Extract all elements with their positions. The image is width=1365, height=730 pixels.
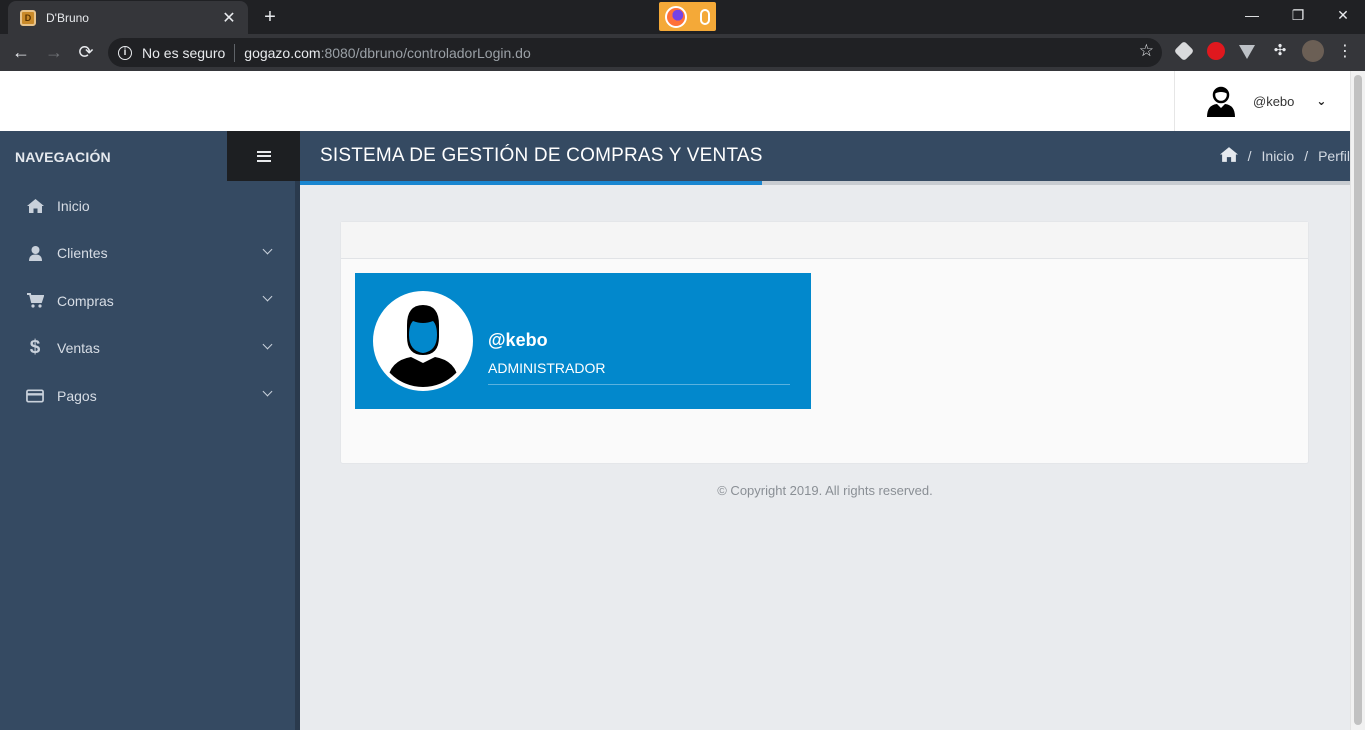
app-header: @kebo ⌄	[0, 71, 1350, 131]
sidebar-item-pagos[interactable]: Pagos	[0, 372, 295, 420]
cart-icon	[26, 293, 44, 308]
chevron-down-icon[interactable]: ⌄	[1316, 94, 1326, 108]
adblock-icon[interactable]	[1207, 42, 1225, 60]
chevron-down-icon	[262, 291, 273, 302]
address-bar[interactable]: i No es seguro gogazo.com :8080/dbruno/c…	[108, 38, 1162, 67]
card-header	[341, 222, 1308, 259]
page-title: SISTEMA DE GESTIÓN DE COMPRAS Y VENTAS	[320, 145, 763, 166]
profile-role: ADMINISTRADOR	[488, 360, 606, 376]
tab-close-icon[interactable]: ✕	[220, 8, 238, 28]
chevron-down-icon	[262, 386, 273, 397]
url-path[interactable]: :8080/dbruno/controladorLogin.do	[321, 45, 531, 61]
page-scrollbar[interactable]	[1350, 71, 1365, 730]
chevron-down-icon	[262, 339, 273, 349]
microphone-icon	[699, 8, 710, 25]
new-tab-button[interactable]: +	[258, 5, 282, 29]
credit-card-icon	[26, 389, 44, 403]
more-menu-icon[interactable]: ⋮	[1333, 40, 1357, 64]
home-icon[interactable]	[1219, 147, 1238, 165]
profile-card: @kebo ADMINISTRADOR	[340, 221, 1309, 464]
forward-arrow-icon[interactable]: →	[42, 40, 66, 64]
back-arrow-icon[interactable]: ←	[9, 40, 33, 64]
tab-title: D'Bruno	[46, 10, 89, 25]
hamburger-icon	[256, 150, 271, 162]
restore-button[interactable]: ❐	[1283, 4, 1313, 26]
page-header: SISTEMA DE GESTIÓN DE COMPRAS Y VENTAS /…	[300, 131, 1350, 181]
url-host[interactable]: gogazo.com	[244, 45, 320, 61]
sidebar-item-inicio[interactable]: Inicio	[0, 182, 295, 230]
bookmark-star-icon[interactable]: ☆	[1139, 41, 1154, 61]
loading-progress-bar	[300, 181, 1350, 185]
profile-avatar-icon[interactable]	[1302, 40, 1324, 62]
close-window-button[interactable]: ✕	[1328, 4, 1358, 26]
minimize-button[interactable]: —	[1237, 4, 1267, 26]
breadcrumb-perfil: Perfil	[1318, 148, 1350, 164]
user-icon	[26, 245, 44, 261]
sidebar-toggle-button[interactable]	[227, 131, 300, 181]
sidebar-item-clientes[interactable]: Clientes	[0, 230, 295, 278]
profile-widget: @kebo ADMINISTRADOR	[355, 273, 811, 409]
user-avatar-icon	[1207, 86, 1235, 117]
breadcrumb-inicio[interactable]: Inicio	[1262, 148, 1295, 164]
dollar-icon: $	[29, 337, 41, 359]
sidebar-title: NAVEGACIÓN	[15, 149, 111, 165]
reload-icon[interactable]: ⟳	[74, 40, 98, 64]
header-username[interactable]: @kebo	[1253, 94, 1294, 109]
chevron-down-icon	[262, 244, 273, 254]
breadcrumb-separator: /	[1304, 148, 1309, 164]
breadcrumb-separator: /	[1247, 148, 1252, 164]
sidebar-item-ventas[interactable]: $ Ventas	[0, 325, 295, 373]
sidebar-item-compras[interactable]: Compras	[0, 277, 295, 325]
extension-badge[interactable]	[659, 2, 716, 31]
sidebar-item-label: Pagos	[57, 387, 97, 404]
profile-avatar	[373, 291, 473, 391]
vpn-extension-icon[interactable]	[1239, 45, 1255, 59]
site-favicon-icon: D	[20, 9, 36, 26]
breadcrumb: / Inicio / Perfil	[1219, 147, 1350, 165]
scrollbar-thumb[interactable]	[1354, 75, 1362, 725]
sidebar: NAVEGACIÓN Inicio Clientes Compras $ Ven…	[0, 131, 300, 730]
browser-toolbar: ← → ⟳ i No es seguro gogazo.com :8080/db…	[0, 34, 1365, 71]
home-icon	[26, 198, 44, 213]
sidebar-item-label: Inicio	[57, 197, 90, 214]
puzzle-extensions-icon[interactable]: ✣	[1271, 42, 1289, 60]
omnibox-divider	[234, 43, 236, 62]
info-icon[interactable]: i	[118, 45, 132, 60]
user-silhouette-icon	[387, 305, 459, 387]
divider	[488, 384, 790, 385]
browser-titlebar: D D'Bruno ✕ + — ❐ ✕	[0, 0, 1365, 34]
sidebar-item-label: Clientes	[57, 245, 108, 262]
firefox-icon	[665, 5, 688, 28]
sidebar-item-label: Ventas	[57, 340, 100, 357]
progress-fill	[300, 181, 762, 185]
sidebar-item-label: Compras	[57, 292, 114, 309]
sidebar-menu: Inicio Clientes Compras $ Ventas Pagos	[0, 182, 295, 420]
browser-tab[interactable]: D D'Bruno ✕	[8, 1, 248, 34]
profile-name: @kebo	[488, 330, 548, 350]
user-menu[interactable]: @kebo ⌄	[1174, 71, 1350, 131]
footer-copyright: © Copyright 2019. All rights reserved.	[717, 483, 933, 498]
security-status[interactable]: No es seguro	[142, 45, 225, 61]
cube-extension-icon[interactable]	[1173, 40, 1195, 62]
